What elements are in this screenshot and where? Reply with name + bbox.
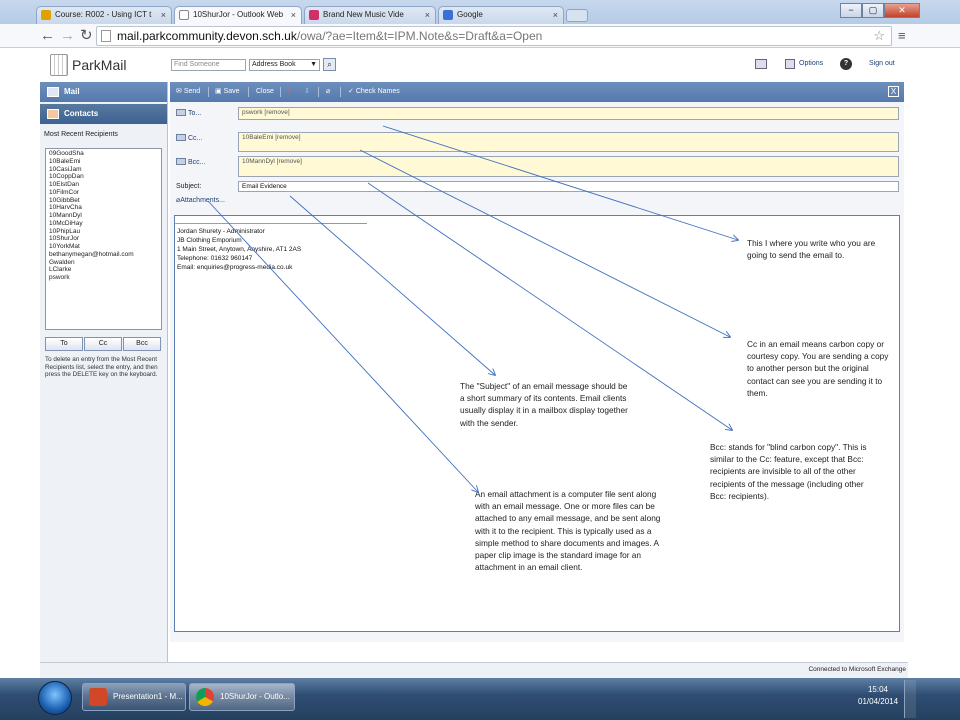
show-desktop-button[interactable]	[904, 680, 916, 718]
taskbar-chrome[interactable]: 10ShurJor - Outlo...	[189, 683, 295, 711]
chrome-icon	[196, 688, 214, 706]
task-label: 10ShurJor - Outlo...	[220, 692, 290, 701]
start-button-icon[interactable]	[38, 681, 72, 715]
powerpoint-icon	[89, 688, 107, 706]
clock-time: 15:04	[867, 685, 889, 694]
task-label: Presentation1 - M...	[113, 692, 183, 701]
system-clock[interactable]: 15:04 01/04/2014	[858, 684, 898, 708]
to-arrow	[382, 125, 738, 240]
taskbar-powerpoint[interactable]: Presentation1 - M...	[82, 683, 186, 711]
attachment-arrow	[207, 200, 478, 492]
clock-date: 01/04/2014	[858, 697, 899, 706]
bcc-arrow	[367, 182, 732, 430]
subject-arrow	[289, 195, 495, 375]
annotation-arrows	[207, 125, 960, 720]
